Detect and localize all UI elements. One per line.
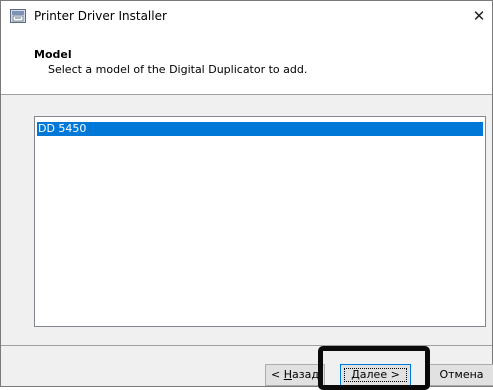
close-icon: ✕ [472,7,486,25]
page-subtitle: Select a model of the Digital Duplicator… [48,63,308,76]
cancel-button[interactable]: Отмена [428,364,493,386]
close-button[interactable]: ✕ [466,1,492,31]
footer-divider [1,345,492,346]
next-button[interactable]: Далее > [340,364,411,386]
window-title: Printer Driver Installer [34,9,167,23]
back-button[interactable]: < Назад [265,364,325,386]
list-item[interactable]: DD 5450 [37,122,483,136]
title-bar: Printer Driver Installer ✕ [1,1,492,31]
wizard-header: Model Select a model of the Digital Dupl… [1,31,492,95]
installer-window: Printer Driver Installer ✕ Model Select … [0,0,493,387]
page-title: Model [34,48,72,61]
printer-app-icon [10,9,26,23]
model-list[interactable]: DD 5450 [34,116,486,327]
